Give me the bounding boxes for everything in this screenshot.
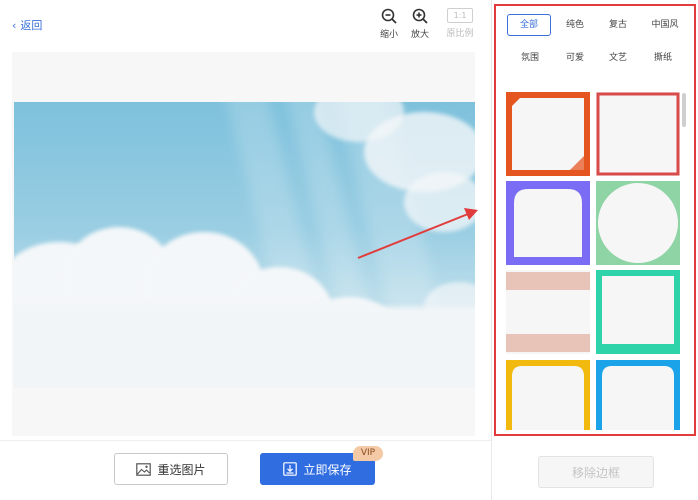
back-button[interactable]: ‹ 返回 — [12, 17, 42, 33]
category-tab-all[interactable]: 全部 — [507, 14, 551, 36]
frame-tile-tape[interactable] — [506, 270, 590, 354]
sky-photo[interactable] — [14, 102, 475, 388]
zoom-in-button[interactable]: 放大 — [405, 8, 435, 40]
category-tab-cute[interactable]: 可爱 — [555, 47, 595, 69]
cloud-base — [14, 307, 475, 388]
frame-tile-purple[interactable] — [506, 181, 590, 265]
zoom-out-icon — [381, 8, 397, 24]
category-tab-solid[interactable]: 纯色 — [555, 14, 595, 36]
cloud — [404, 172, 475, 232]
frame-tile-yellow[interactable] — [506, 360, 590, 430]
reselect-label: 重选图片 — [157, 462, 206, 477]
frame-tile-blue[interactable] — [596, 360, 680, 430]
category-tab-retro[interactable]: 复古 — [598, 14, 638, 36]
image-icon — [136, 462, 152, 476]
zoom-out-button[interactable]: 缩小 — [374, 8, 404, 40]
save-label: 立即保存 — [303, 462, 352, 477]
category-tab-artsy[interactable]: 文艺 — [598, 47, 638, 69]
category-tab-ambience[interactable]: 氛围 — [510, 47, 550, 69]
vip-badge: VIP — [353, 446, 383, 461]
back-label: 返回 — [20, 19, 43, 32]
original-ratio-button[interactable]: 1:1 原比例 — [444, 8, 476, 39]
download-icon — [283, 462, 298, 476]
frame-tile-teal[interactable] — [596, 270, 680, 354]
ratio-icon: 1:1 — [447, 8, 473, 23]
remove-frame-button[interactable]: 移除边框 — [538, 456, 654, 488]
frame-editor: ‹ 返回 缩小 放大 1:1 原比例 重选图片 立即保存 VIP 全部 纯色 复… — [0, 0, 698, 500]
bottom-divider — [0, 440, 491, 441]
zoom-in-label: 放大 — [410, 30, 429, 40]
category-tab-torn-paper[interactable]: 撕纸 — [643, 47, 683, 69]
zoom-in-icon — [412, 8, 428, 24]
zoom-out-label: 缩小 — [379, 30, 398, 40]
frame-tile-red[interactable] — [596, 92, 680, 176]
frame-tile-orange[interactable] — [506, 92, 590, 176]
ratio-label: 原比例 — [446, 29, 474, 39]
frame-list-scrollbar[interactable] — [682, 93, 686, 127]
chevron-left-icon: ‹ — [12, 18, 17, 32]
frame-tile-green-circle[interactable] — [596, 181, 680, 265]
reselect-image-button[interactable]: 重选图片 — [114, 453, 228, 485]
panel-divider — [491, 0, 492, 500]
category-tab-chinese[interactable]: 中国风 — [641, 14, 689, 36]
